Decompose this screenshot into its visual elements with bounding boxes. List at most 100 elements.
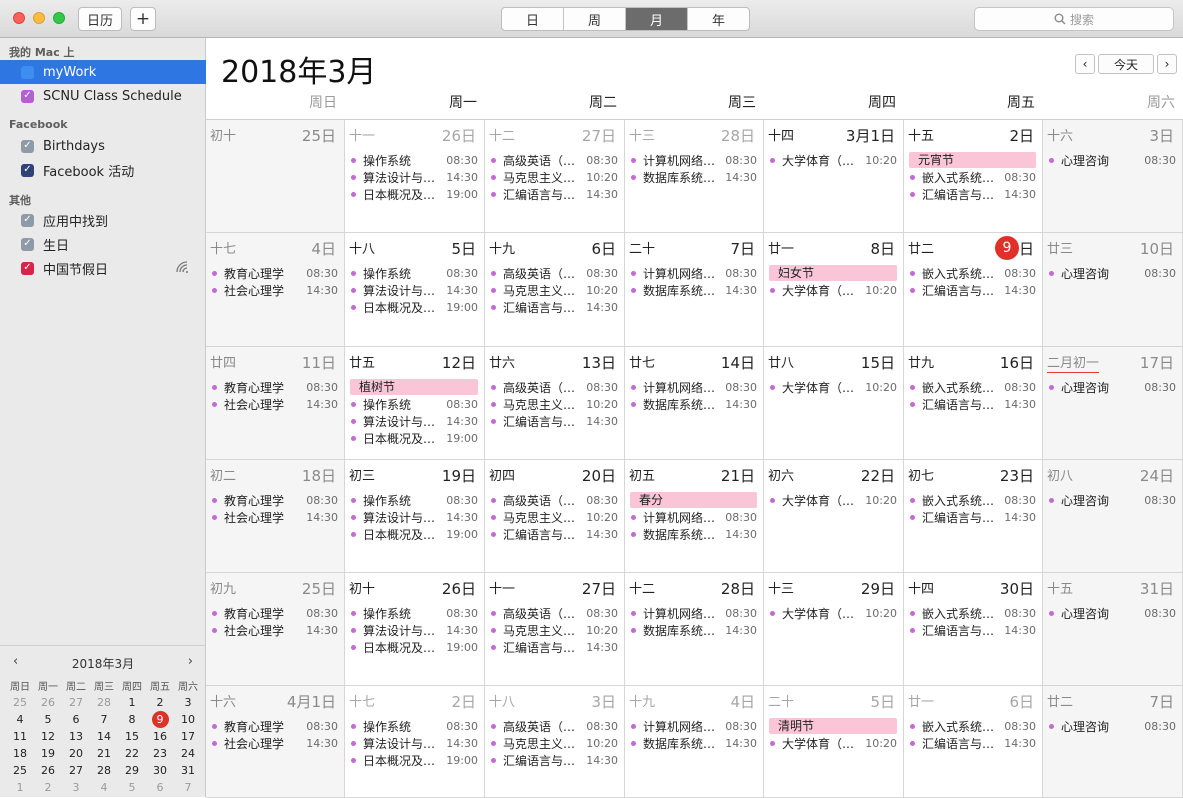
day-cell[interactable]: 十九 6日 高级英语（… 08:30 马克思主义… 10:20 汇编语言与… 14:30 [485, 233, 625, 347]
mini-day[interactable]: 2 [146, 694, 174, 711]
event[interactable]: 日本概况及… 19:00 [350, 752, 478, 769]
mini-next-month-button[interactable]: › [188, 654, 193, 669]
event[interactable]: 计算机网络… 08:30 [630, 509, 757, 526]
mini-day[interactable]: 2 [34, 779, 62, 796]
mini-day[interactable]: 3 [174, 694, 202, 711]
mini-day[interactable]: 28 [90, 694, 118, 711]
event[interactable]: 教育心理学 08:30 [211, 379, 338, 396]
event[interactable]: 算法设计与… 14:30 [350, 282, 478, 299]
day-cell[interactable]: 廿一 6日 嵌入式系统… 08:30 汇编语言与… 14:30 [904, 686, 1043, 798]
day-cell[interactable]: 二十 5日 清明节 大学体育（… 10:20 [764, 686, 904, 798]
event[interactable]: 数据库系统… 14:30 [630, 622, 757, 639]
event[interactable]: 马克思主义… 10:20 [490, 735, 618, 752]
event[interactable]: 心理咨询 08:30 [1048, 379, 1176, 396]
mini-day[interactable]: 28 [90, 762, 118, 779]
mini-day[interactable]: 12 [34, 728, 62, 745]
day-cell[interactable]: 十八 3日 高级英语（… 08:30 马克思主义… 10:20 汇编语言与… 14:30 [485, 686, 625, 798]
day-cell[interactable]: 十三 28日 计算机网络… 08:30 数据库系统… 14:30 [625, 120, 764, 233]
minimize-window-button[interactable] [33, 12, 45, 24]
event[interactable]: 操作系统 08:30 [350, 265, 478, 282]
event[interactable]: 数据库系统… 14:30 [630, 396, 757, 413]
mini-day[interactable]: 4 [90, 779, 118, 796]
day-cell[interactable]: 廿四 11日 教育心理学 08:30 社会心理学 14:30 [206, 347, 345, 460]
event[interactable]: 心理咨询 08:30 [1048, 718, 1176, 735]
mini-day[interactable]: 1 [118, 694, 146, 711]
today-button[interactable]: 今天 [1098, 54, 1154, 74]
mini-day[interactable]: 25 [6, 762, 34, 779]
mini-day[interactable]: 22 [118, 745, 146, 762]
event[interactable]: 汇编语言与… 14:30 [909, 735, 1036, 752]
event[interactable]: 数据库系统… 14:30 [630, 169, 757, 186]
holiday-event[interactable]: 植树节 [350, 379, 478, 395]
event[interactable]: 大学体育（… 10:20 [769, 282, 897, 299]
mini-day[interactable]: 18 [6, 745, 34, 762]
sidebar-calendar-item[interactable]: ✓ 生日 [0, 232, 206, 256]
day-cell[interactable]: 十七 2日 操作系统 08:30 算法设计与… 14:30 日本概况及… 19:00 [345, 686, 485, 798]
event[interactable]: 算法设计与… 14:30 [350, 735, 478, 752]
day-cell[interactable]: 初四 20日 高级英语（… 08:30 马克思主义… 10:20 汇编语言与… 14:30 [485, 460, 625, 573]
mini-day[interactable]: 27 [62, 762, 90, 779]
mini-day[interactable]: 26 [34, 694, 62, 711]
day-cell[interactable]: 廿九 16日 嵌入式系统… 08:30 汇编语言与… 14:30 [904, 347, 1043, 460]
sidebar-calendar-item[interactable]: ✓ SCNU Class Schedule [0, 84, 206, 108]
day-cell[interactable]: 廿三 10日 心理咨询 08:30 [1043, 233, 1183, 347]
event[interactable]: 社会心理学 14:30 [211, 622, 338, 639]
event[interactable]: 心理咨询 08:30 [1048, 492, 1176, 509]
event[interactable]: 嵌入式系统… 08:30 [909, 379, 1036, 396]
event[interactable]: 操作系统 08:30 [350, 152, 478, 169]
event[interactable]: 高级英语（… 08:30 [490, 265, 618, 282]
event[interactable]: 日本概况及… 19:00 [350, 526, 478, 543]
calendars-button[interactable]: 日历 [78, 7, 122, 31]
mini-day[interactable]: 23 [146, 745, 174, 762]
prev-month-button[interactable]: ‹ [1075, 54, 1095, 74]
holiday-event[interactable]: 妇女节 [769, 265, 897, 281]
day-cell[interactable]: 初十 25日 [206, 120, 345, 233]
day-cell[interactable]: 初七 23日 嵌入式系统… 08:30 汇编语言与… 14:30 [904, 460, 1043, 573]
event[interactable]: 嵌入式系统… 08:30 [909, 265, 1036, 282]
event[interactable]: 教育心理学 08:30 [211, 492, 338, 509]
day-cell[interactable]: 初八 24日 心理咨询 08:30 [1043, 460, 1183, 573]
event[interactable]: 心理咨询 08:30 [1048, 152, 1176, 169]
event[interactable]: 汇编语言与… 14:30 [490, 186, 618, 203]
mini-day[interactable]: 19 [34, 745, 62, 762]
mini-day[interactable]: 6 [146, 779, 174, 796]
checkbox-checked-icon[interactable]: ✓ [21, 89, 34, 103]
day-cell[interactable]: 初十 26日 操作系统 08:30 算法设计与… 14:30 日本概况及… 19:00 [345, 573, 485, 686]
mini-day[interactable]: 10 [174, 711, 202, 728]
day-cell[interactable]: 十六 3日 心理咨询 08:30 [1043, 120, 1183, 233]
mini-day[interactable]: 17 [174, 728, 202, 745]
event[interactable]: 嵌入式系统… 08:30 [909, 169, 1036, 186]
day-cell[interactable]: 十二 28日 计算机网络… 08:30 数据库系统… 14:30 [625, 573, 764, 686]
sidebar-calendar-item[interactable]: ✓ Birthdays [0, 134, 206, 158]
event[interactable]: 教育心理学 08:30 [211, 718, 338, 735]
checkbox-icon[interactable] [21, 65, 34, 79]
event[interactable]: 高级英语（… 08:30 [490, 379, 618, 396]
mini-day[interactable]: 31 [174, 762, 202, 779]
event[interactable]: 马克思主义… 10:20 [490, 509, 618, 526]
day-cell[interactable]: 廿八 15日 大学体育（… 10:20 [764, 347, 904, 460]
event[interactable]: 汇编语言与… 14:30 [909, 282, 1036, 299]
event[interactable]: 汇编语言与… 14:30 [490, 526, 618, 543]
event[interactable]: 日本概况及… 19:00 [350, 430, 478, 447]
event[interactable]: 操作系统 08:30 [350, 718, 478, 735]
event[interactable]: 算法设计与… 14:30 [350, 622, 478, 639]
next-month-button[interactable]: › [1157, 54, 1177, 74]
event[interactable]: 大学体育（… 10:20 [769, 605, 897, 622]
mini-day[interactable]: 15 [118, 728, 146, 745]
day-cell[interactable]: 初五 21日 春分 计算机网络… 08:30 数据库系统… 14:30 [625, 460, 764, 573]
mini-day[interactable]: 7 [90, 711, 118, 728]
event[interactable]: 高级英语（… 08:30 [490, 718, 618, 735]
event[interactable]: 计算机网络… 08:30 [630, 718, 757, 735]
sidebar-calendar-item[interactable]: ✓ 应用中找到 [0, 208, 206, 232]
event[interactable]: 计算机网络… 08:30 [630, 265, 757, 282]
checkbox-checked-icon[interactable]: ✓ [21, 213, 34, 227]
event[interactable]: 马克思主义… 10:20 [490, 622, 618, 639]
event[interactable]: 算法设计与… 14:30 [350, 169, 478, 186]
mini-day[interactable]: 8 [118, 711, 146, 728]
event[interactable]: 马克思主义… 10:20 [490, 169, 618, 186]
event[interactable]: 大学体育（… 10:20 [769, 492, 897, 509]
day-cell[interactable]: 十四 3月1日 大学体育（… 10:20 [764, 120, 904, 233]
mini-day[interactable]: 30 [146, 762, 174, 779]
mini-day[interactable]: 5 [118, 779, 146, 796]
event[interactable]: 数据库系统… 14:30 [630, 282, 757, 299]
